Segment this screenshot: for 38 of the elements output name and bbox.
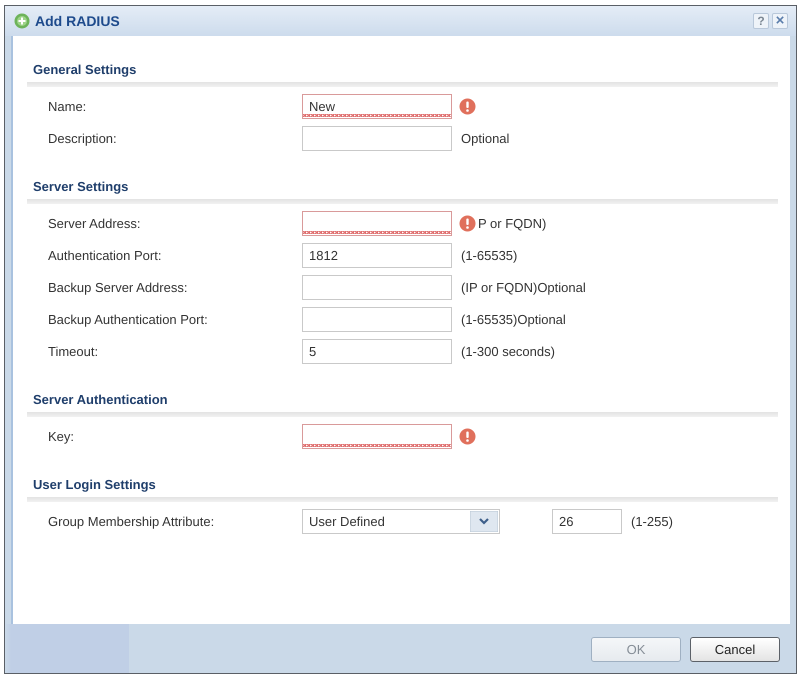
hint-text: (1-65535)	[461, 248, 518, 262]
field-label: Description:	[48, 130, 117, 146]
text-input[interactable]	[302, 424, 452, 448]
text-input[interactable]: 5	[302, 338, 452, 364]
field-label: Backup Server Address:	[48, 280, 188, 294]
hint-text: (1-255)	[631, 514, 673, 528]
field-label: Server Address:	[48, 216, 140, 230]
number-input[interactable]: 26	[552, 508, 622, 534]
error-icon	[459, 214, 476, 232]
text-input[interactable]	[302, 274, 452, 300]
close-button[interactable]: ×	[772, 13, 788, 29]
hint-text: P or FQDN)	[478, 216, 546, 230]
field-label: Authentication Port:	[48, 248, 162, 262]
field-label: Name:	[48, 98, 86, 114]
window-title: Add RADIUS	[35, 13, 120, 29]
plus-circle-icon	[14, 13, 30, 29]
text-input[interactable]	[302, 306, 452, 332]
field-label: Key:	[48, 428, 74, 444]
field-label: Timeout:	[48, 344, 98, 358]
text-input[interactable]	[302, 210, 452, 236]
section-heading: Server Authentication	[32, 392, 168, 408]
text-input[interactable]: 1812	[302, 242, 452, 268]
section-heading: General Settings	[32, 62, 136, 78]
field-label: Group Membership Attribute:	[48, 514, 214, 528]
text-input[interactable]	[302, 126, 452, 150]
section-heading: Server Settings	[32, 179, 128, 195]
error-icon	[459, 98, 476, 114]
text-input[interactable]: New	[302, 94, 452, 118]
section-heading: User Login Settings	[32, 477, 156, 493]
field-label: Backup Authentication Port:	[48, 312, 208, 326]
dropdown-select[interactable]: User Defined	[302, 508, 500, 534]
hint-text: (1-300 seconds)	[461, 344, 555, 358]
cancel-button[interactable]: Cancel	[690, 637, 780, 662]
hint-text: Optional	[461, 130, 510, 146]
hint-text: (IP or FQDN)Optional	[461, 280, 586, 294]
chevron-down-icon[interactable]	[470, 510, 498, 532]
hint-text: (1-65535)Optional	[461, 312, 566, 326]
error-icon	[459, 428, 476, 444]
